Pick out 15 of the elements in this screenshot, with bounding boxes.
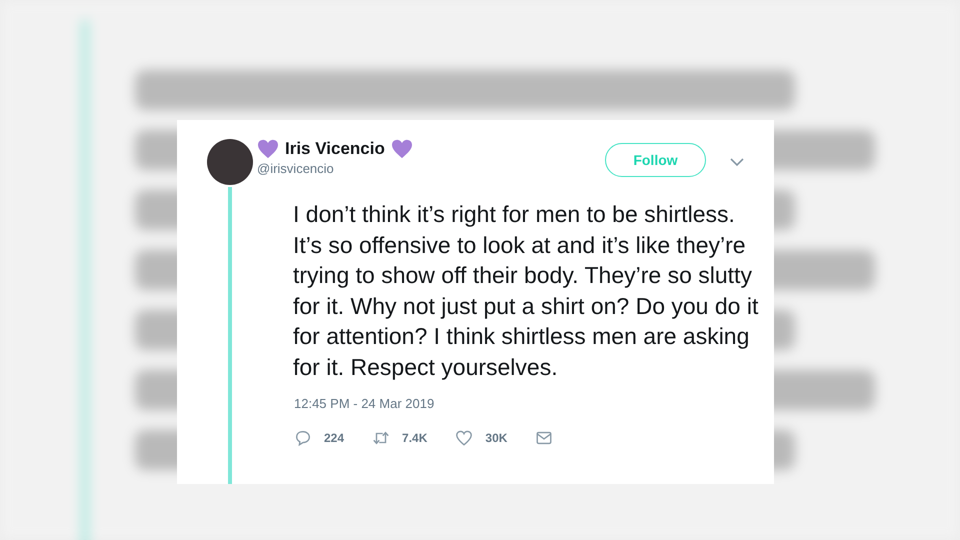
envelope-icon[interactable] <box>535 429 554 447</box>
tweet-text: I don’t think it’s right for men to be shirtless. It’s so offensive to look at and it’s like they’re trying to show off their body. They’re so slutty for it. Why not just put a shirt on? Do you do it for attention? I think shirtless men are asking for it. Respect yourselves. <box>293 200 760 382</box>
action-count: 224 <box>324 431 344 445</box>
chevron-down-icon[interactable] <box>730 157 744 167</box>
reply-icon[interactable] <box>294 429 312 447</box>
heart-emoji-icon <box>390 139 413 159</box>
retweet-icon[interactable] <box>372 429 390 447</box>
display-name[interactable]: Iris Vicencio <box>285 139 385 159</box>
username[interactable]: @irisvicencio <box>257 161 605 176</box>
timestamp[interactable]: 12:45 PM - 24 Mar 2019 <box>294 396 774 411</box>
action-count: 30K <box>485 431 508 445</box>
action-count: 7.4K <box>402 431 428 445</box>
avatar[interactable] <box>207 139 253 185</box>
heart-emoji-icon <box>257 139 279 159</box>
heart-icon[interactable] <box>455 429 474 447</box>
